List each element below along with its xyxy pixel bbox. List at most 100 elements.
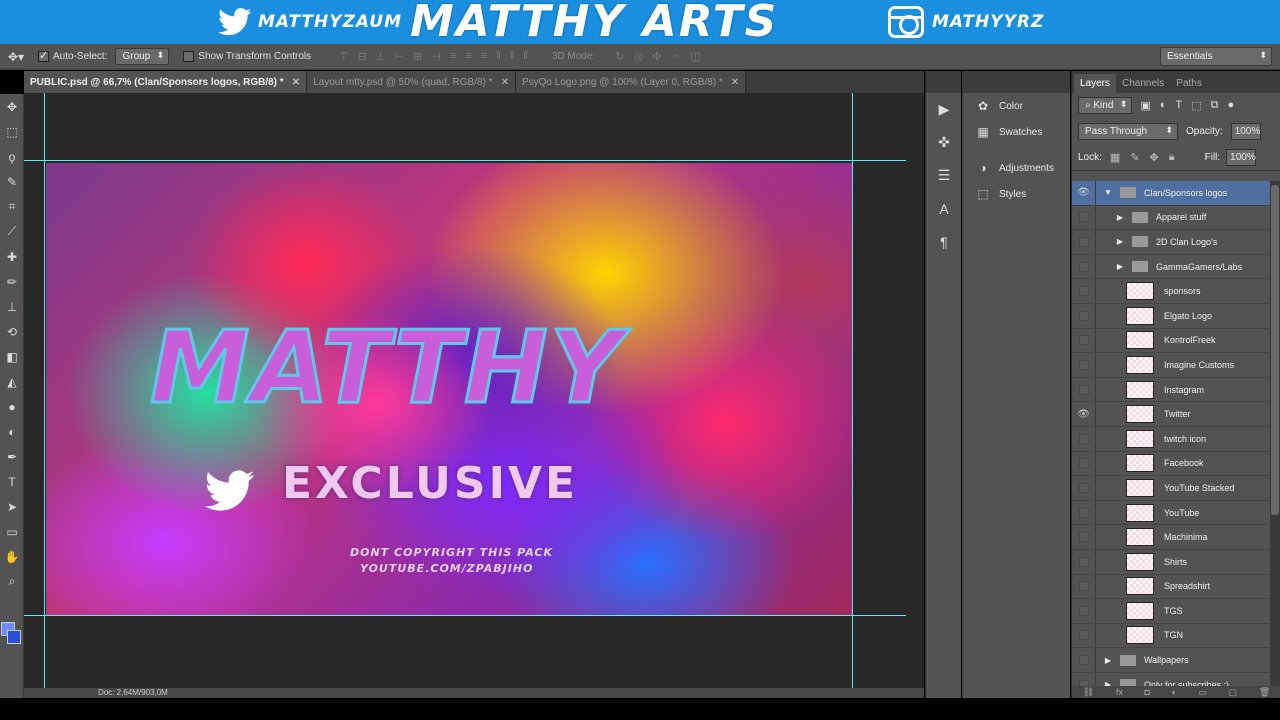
quick-select-tool-icon[interactable]: ✎ <box>0 169 24 194</box>
eraser-tool-icon[interactable]: ◧ <box>0 344 24 369</box>
transform-controls-checkbox[interactable] <box>183 51 195 62</box>
layer-row[interactable]: Facebook <box>1072 451 1270 477</box>
3d-roll-icon[interactable]: ◎ <box>633 50 643 63</box>
layer-row[interactable]: Elgato Logo <box>1072 303 1270 329</box>
dodge-tool-icon[interactable]: ◐ <box>0 419 24 444</box>
eyedropper-tool-icon[interactable]: ⟋ <box>0 219 24 244</box>
3d-drag-icon[interactable]: ✣ <box>652 50 661 63</box>
crop-tool-icon[interactable]: ⌗ <box>0 194 24 219</box>
move-tool-preset-icon[interactable]: ✥▾ <box>8 50 38 64</box>
lock-transparent-icon[interactable]: ▦ <box>1110 151 1120 164</box>
add-mask-icon[interactable]: ◘ <box>1144 686 1149 698</box>
paint-bucket-tool-icon[interactable]: ◭ <box>0 369 24 394</box>
history-brush-tool-icon[interactable]: ⟲ <box>0 319 24 344</box>
layer-name[interactable]: TGN <box>1164 630 1183 640</box>
path-selection-tool-icon[interactable]: ➤ <box>0 494 24 519</box>
layer-name[interactable]: sponsors <box>1164 286 1201 296</box>
visibility-toggle[interactable] <box>1072 328 1096 353</box>
tab-psyqo-logo[interactable]: PsyQo Logo.png @ 100% (Layer 0, RGB/8) *… <box>515 71 747 93</box>
layer-row[interactable]: Imagine Customs <box>1072 353 1270 378</box>
distribute-bottom-icon[interactable]: ≡ <box>481 50 487 63</box>
3d-slide-icon[interactable]: ⇔ <box>670 50 681 63</box>
layer-row[interactable]: ▶ 2D Clan Logo's <box>1072 230 1270 255</box>
close-icon[interactable]: ✕ <box>501 77 509 88</box>
layer-name[interactable]: Imagine Customs <box>1164 360 1234 370</box>
distribute-top-icon[interactable]: ≡ <box>450 50 456 63</box>
layer-row[interactable]: sponsors <box>1072 279 1270 304</box>
chevron-right-icon[interactable]: ▶ <box>1114 262 1126 271</box>
layer-row[interactable]: TGS <box>1072 599 1270 624</box>
lock-position-icon[interactable]: ✥ <box>1150 151 1159 164</box>
layer-name[interactable]: twitch icon <box>1164 434 1206 444</box>
chevron-right-icon[interactable]: ▶ <box>1102 656 1114 665</box>
filter-shape-icon[interactable]: ⬚ <box>1191 99 1201 112</box>
layer-name[interactable]: Shirts <box>1164 557 1187 567</box>
layer-row[interactable]: YouTube <box>1072 500 1270 526</box>
blur-tool-icon[interactable]: ● <box>0 394 24 419</box>
tab-layout-mtty[interactable]: Layout mtty.psd @ 50% (quad, RGB/8) * ✕ <box>307 71 516 93</box>
blend-mode-dropdown[interactable]: Pass Through <box>1078 123 1178 140</box>
align-left-icon[interactable]: ⊢ <box>395 50 405 63</box>
close-icon[interactable]: ✕ <box>292 77 300 88</box>
fill-input[interactable]: 100% <box>1226 149 1257 166</box>
lock-all-icon[interactable]: 🔒︎ <box>1169 151 1175 164</box>
layer-row[interactable]: ▶ GammaGamers/Labs <box>1072 254 1270 280</box>
layer-name[interactable]: Elgato Logo <box>1164 311 1212 321</box>
layer-name[interactable]: Twitter <box>1164 409 1191 419</box>
link-layers-icon[interactable]: ⛓ <box>1083 686 1094 698</box>
visibility-toggle[interactable] <box>1072 279 1096 303</box>
visibility-toggle[interactable] <box>1072 476 1096 500</box>
layer-name[interactable]: YouTube <box>1164 508 1199 518</box>
guide-line-vertical[interactable] <box>44 93 45 688</box>
play-actions-icon[interactable]: ▶ <box>926 93 962 126</box>
distribute-vcenter-icon[interactable]: ≡ <box>465 50 471 63</box>
visibility-toggle[interactable] <box>1072 377 1096 402</box>
paragraph-icon[interactable]: ¶ <box>926 225 962 258</box>
doc-size-readout[interactable]: Doc: 2,64M/903,0M <box>98 688 168 697</box>
visibility-toggle[interactable] <box>1072 599 1096 623</box>
chevron-down-icon[interactable]: ▼ <box>1102 188 1114 197</box>
guide-line-vertical[interactable] <box>852 93 853 688</box>
tab-layers[interactable]: Layers <box>1074 74 1117 93</box>
tab-channels[interactable]: Channels <box>1116 74 1170 93</box>
color-swatches[interactable] <box>0 622 24 650</box>
new-group-icon[interactable]: ▭ <box>1199 686 1208 698</box>
character-icon[interactable]: A <box>926 192 962 225</box>
visibility-toggle[interactable] <box>1072 574 1096 599</box>
distribute-right-icon[interactable]: ‖ <box>523 50 528 63</box>
auto-select-checkbox[interactable] <box>38 49 49 62</box>
tab-paths[interactable]: Paths <box>1170 74 1208 93</box>
move-tool-icon[interactable]: ✥ <box>0 94 24 119</box>
filter-type-icon[interactable]: T <box>1175 99 1182 112</box>
layer-row[interactable]: Shirts <box>1072 549 1270 575</box>
layer-name[interactable]: Clan/Sponsors logos <box>1144 188 1227 198</box>
visibility-toggle[interactable] <box>1072 525 1096 549</box>
layer-row[interactable]: twitch icon <box>1072 426 1270 452</box>
chevron-right-icon[interactable]: ▶ <box>1114 237 1126 246</box>
eye-visible-icon[interactable]: 👁︎ <box>1072 181 1096 205</box>
filter-toggle-icon[interactable]: ● <box>1227 99 1234 112</box>
zoom-tool-icon[interactable]: ⌕ <box>0 569 24 594</box>
layers-scrollbar[interactable] <box>1270 181 1280 686</box>
workspace-switcher[interactable]: Essentials <box>1160 47 1272 66</box>
layer-name[interactable]: Spreadshirt <box>1164 581 1210 591</box>
align-vcenter-icon[interactable]: ⊟ <box>358 50 367 63</box>
visibility-toggle[interactable] <box>1072 451 1096 476</box>
visibility-toggle[interactable] <box>1072 303 1096 328</box>
visibility-toggle[interactable] <box>1072 254 1096 279</box>
auto-select-dropdown[interactable]: Group <box>115 48 170 65</box>
layer-style-icon[interactable]: fx <box>1116 686 1123 698</box>
visibility-toggle[interactable] <box>1072 205 1096 230</box>
filter-kind-dropdown[interactable]: ⌕ Kind <box>1078 97 1133 114</box>
eye-visible-icon[interactable]: 👁︎ <box>1072 402 1096 426</box>
visibility-toggle[interactable] <box>1072 623 1096 648</box>
layer-name[interactable]: Instagram <box>1164 385 1204 395</box>
pen-tool-icon[interactable]: ✒ <box>0 444 24 469</box>
visibility-toggle[interactable] <box>1072 549 1096 574</box>
properties-sliders-icon[interactable]: ☰ <box>926 159 962 192</box>
hand-tool-icon[interactable]: ✋ <box>0 544 24 569</box>
3d-rotate-icon[interactable]: ↻ <box>615 50 624 63</box>
filter-smart-object-icon[interactable]: ⧉ <box>1211 99 1219 112</box>
layer-row[interactable]: Instagram <box>1072 377 1270 403</box>
close-icon[interactable]: ✕ <box>731 77 739 88</box>
